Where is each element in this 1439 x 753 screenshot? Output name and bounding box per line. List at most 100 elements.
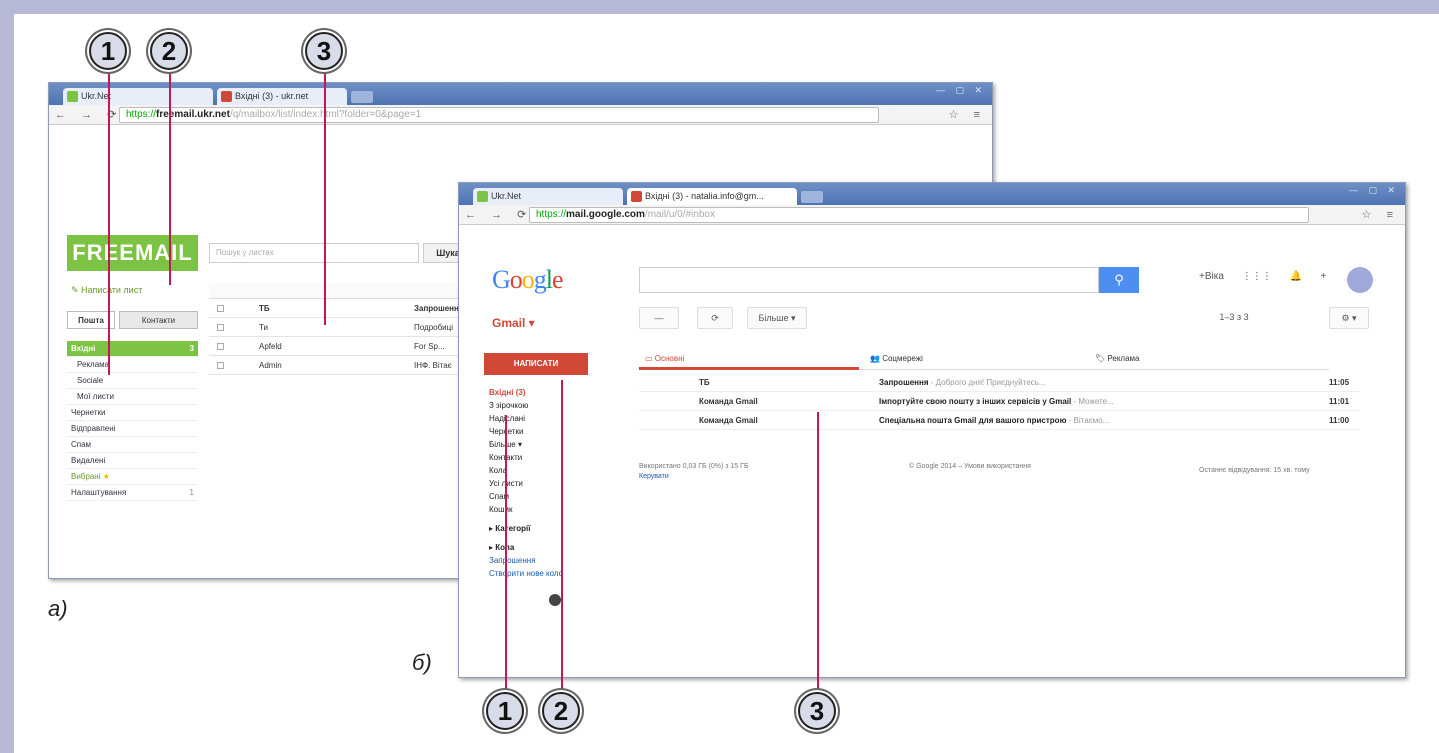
- new-message-label: Написати лист: [81, 285, 143, 295]
- refresh-icon[interactable]: ⟳: [697, 307, 733, 329]
- freemail-search-input[interactable]: Пошук у листах: [209, 243, 419, 263]
- storage-usage: Використано 0,03 ГБ (0%) з 15 ГБ: [639, 463, 749, 470]
- account-name[interactable]: +Віка: [1199, 271, 1224, 282]
- nav-inbox[interactable]: Вхідні (3): [489, 386, 599, 399]
- new-tab-button[interactable]: [351, 91, 373, 103]
- star-icon: ★: [102, 472, 110, 481]
- freemail-side-tabs: Пошта Контакти: [67, 311, 198, 329]
- checkbox[interactable]: [217, 305, 224, 312]
- window-controls[interactable]: — ▢ ✕: [1349, 185, 1399, 196]
- ukrnet-favicon-icon: [477, 191, 488, 202]
- message-from: ТБ: [259, 304, 270, 313]
- checkbox[interactable]: [217, 343, 224, 350]
- tab-label: Ukr.Net: [491, 191, 522, 201]
- tab-primary[interactable]: ▭ Основні: [639, 348, 859, 370]
- message-preview: - Доброго дня! Приєднуйтесь...: [928, 378, 1046, 387]
- nav-starred[interactable]: З зірочкою: [489, 399, 599, 412]
- tab-label: Ukr.Net: [81, 91, 112, 101]
- apps-grid-icon[interactable]: ⋮⋮⋮: [1242, 271, 1272, 282]
- message-from: Admin: [259, 361, 282, 370]
- tab-promotions[interactable]: 🏷 Реклама: [1089, 348, 1329, 370]
- logo-letter: e: [552, 265, 564, 294]
- folder-social[interactable]: Sociale: [67, 373, 198, 389]
- folder-drafts[interactable]: Чернетки: [67, 405, 198, 421]
- people-icon: 👥: [870, 354, 883, 363]
- message-row[interactable]: ТБ Запрошення: [209, 299, 499, 318]
- freemail-message-list: ТБ Запрошення Ти Подробиці Apfeld For Sp...…: [209, 283, 499, 375]
- compose-button[interactable]: НАПИСАТИ: [484, 353, 588, 375]
- share-plus-icon[interactable]: +: [1320, 271, 1326, 282]
- freemail-tab-2[interactable]: Вхідні (3) - ukr.net: [217, 88, 347, 105]
- callout-b-3: 3: [798, 692, 836, 730]
- folder-sent[interactable]: Відправлені: [67, 421, 198, 437]
- gmail-message-toolbar: — ⟳ Більше ▾ 1–3 з 3 ⚙ ▾: [639, 305, 1405, 333]
- more-button[interactable]: Більше ▾: [747, 307, 807, 329]
- window-controls[interactable]: — ▢ ✕: [936, 85, 986, 96]
- gmail-category-tabs: ▭ Основні 👥 Соцмережі 🏷 Реклама: [639, 348, 1329, 370]
- message-row[interactable]: Ти Подробиці: [209, 318, 499, 337]
- address-bar[interactable]: https://freemail.ukr.net/q/mailbox/list/…: [119, 107, 879, 123]
- settings-gear-icon[interactable]: ⚙ ▾: [1329, 307, 1369, 329]
- tab-label: Соцмережі: [882, 354, 923, 363]
- slide-frame-top: [0, 0, 1439, 14]
- star-menu-icon[interactable]: ☆ ≡: [1362, 208, 1399, 221]
- address-prefix: https://: [126, 109, 157, 120]
- address-prefix: https://: [536, 209, 567, 220]
- bell-icon[interactable]: 🔔: [1290, 271, 1302, 282]
- figure-label-b: б): [412, 650, 432, 675]
- hangouts-icon[interactable]: [549, 594, 561, 606]
- message-row[interactable]: Команда Gmail Імпортуйте свою пошту з інш…: [639, 392, 1359, 411]
- inbox-tray-icon: ▭: [645, 354, 655, 363]
- message-time: 11:05: [1329, 378, 1350, 387]
- manage-storage-link[interactable]: Керувати: [639, 473, 669, 480]
- nav-buttons-icon[interactable]: ← → ⟳: [55, 108, 122, 121]
- new-message-link[interactable]: ✎ Написати лист: [71, 285, 142, 296]
- folder-starred[interactable]: Вибрані ★: [67, 469, 198, 485]
- folder-label: Вхідні: [71, 344, 96, 353]
- message-row[interactable]: Команда Gmail Спеціальна пошта Gmail для …: [639, 411, 1359, 430]
- folder-label: Мої листи: [77, 392, 114, 401]
- message-row[interactable]: ТБ Запрошення - Доброго дня! Приєднуйтесь…: [639, 373, 1359, 392]
- nav-buttons-icon[interactable]: ← → ⟳: [465, 208, 532, 221]
- tab-contacts[interactable]: Контакти: [119, 311, 198, 329]
- gmail-tab-2[interactable]: Вхідні (3) - natalia.info@gm...: [627, 188, 797, 205]
- folder-inbox[interactable]: Вхідні 3: [67, 341, 198, 357]
- pencil-icon: ✎: [71, 285, 82, 295]
- avatar[interactable]: [1347, 267, 1373, 293]
- logo-letter: o: [509, 265, 523, 294]
- callout-b-2: 2: [542, 692, 580, 730]
- figure-label-a: а): [48, 596, 68, 621]
- select-all-checkbox[interactable]: —: [639, 307, 679, 329]
- folder-label: Видалені: [71, 456, 106, 465]
- message-row[interactable]: Apfeld For Sp...: [209, 337, 499, 356]
- leader-line-a2: [169, 70, 171, 285]
- gmail-label[interactable]: Gmail ▾: [492, 316, 535, 330]
- message-subject: Спеціальна пошта Gmail для вашого пристр…: [879, 411, 1109, 430]
- logo-letter: g: [533, 265, 547, 294]
- address-path: /mail/u/0/#inbox: [644, 209, 715, 220]
- address-domain: freemail.ukr.net: [156, 109, 230, 120]
- folder-label: Відправлені: [71, 424, 116, 433]
- folder-ads[interactable]: Рекламa: [67, 357, 198, 373]
- folder-trash[interactable]: Видалені: [67, 453, 198, 469]
- message-subject: Імпортуйте свою пошту з інших сервісів у…: [879, 392, 1114, 411]
- gmail-search-input[interactable]: [639, 267, 1099, 293]
- folder-settings[interactable]: Налаштування 1: [67, 485, 198, 501]
- terms-link[interactable]: © Google 2014 – Умови використання: [909, 463, 1031, 470]
- folder-spam[interactable]: Спам: [67, 437, 198, 453]
- message-row[interactable]: Admin ІНФ. Вітає: [209, 356, 499, 375]
- gmail-tab-1[interactable]: Ukr.Net: [473, 188, 623, 205]
- freemail-tab-1[interactable]: Ukr.Net: [63, 88, 213, 105]
- checkbox[interactable]: [217, 362, 224, 369]
- tab-social[interactable]: 👥 Соцмережі: [864, 348, 1084, 370]
- search-icon[interactable]: ⚲: [1099, 267, 1139, 293]
- tab-label: Реклама: [1107, 354, 1140, 363]
- address-bar[interactable]: https://mail.google.com/mail/u/0/#inbox: [529, 207, 1309, 223]
- slide-frame-left: [0, 0, 14, 753]
- leader-line-b1: [505, 415, 507, 713]
- star-menu-icon[interactable]: ☆ ≡: [949, 108, 986, 121]
- leader-line-b2: [561, 380, 563, 713]
- folder-my-letters[interactable]: Мої листи: [67, 389, 198, 405]
- checkbox[interactable]: [217, 324, 224, 331]
- new-tab-button[interactable]: [801, 191, 823, 203]
